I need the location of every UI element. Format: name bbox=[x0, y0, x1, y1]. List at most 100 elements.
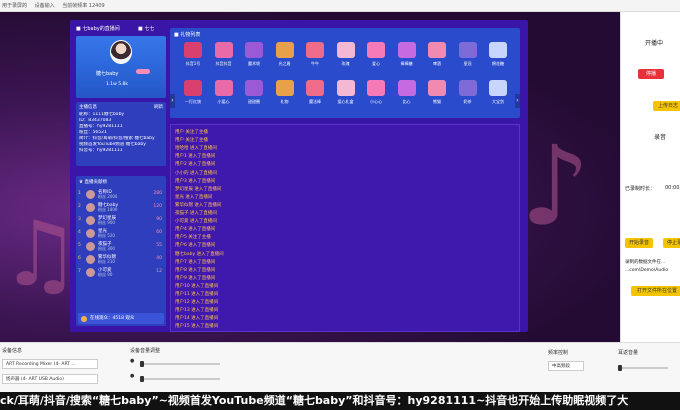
rank-points: 120 bbox=[153, 204, 162, 209]
list-item[interactable]: 6 繁华似锦 粉丝 210 40 bbox=[76, 253, 166, 266]
rank-sub: 粉丝 90 bbox=[98, 272, 113, 277]
rank-number: 1 bbox=[78, 191, 81, 196]
ranking-title: 直播贡献榜 bbox=[84, 180, 107, 185]
gift-item[interactable]: 小心心 bbox=[361, 78, 391, 108]
gift-icon bbox=[428, 42, 446, 58]
chat-message: 用户14 进入了直播间 bbox=[175, 316, 219, 322]
gift-item[interactable]: 玫瑰 bbox=[331, 40, 361, 70]
rank-sub: 粉丝 1800 bbox=[98, 207, 118, 212]
chat-message: 小可爱 进入了直播间 bbox=[175, 219, 217, 225]
rank-sub: 粉丝 210 bbox=[98, 259, 115, 264]
music-note-icon: ♫ bbox=[0, 202, 81, 307]
gift-label: 玫瑰 bbox=[341, 61, 350, 66]
refresh-link[interactable]: 刷新 bbox=[154, 104, 163, 110]
input-device-select[interactable]: ART Recording Mixer (4- ART ... bbox=[2, 359, 98, 369]
gift-item[interactable]: 小爱心 bbox=[209, 78, 239, 108]
output-volume-slider[interactable] bbox=[140, 376, 220, 382]
gift-item[interactable]: 抖音1号 bbox=[178, 40, 208, 70]
gift-item[interactable]: 熊猫 bbox=[422, 78, 452, 108]
ear-return-slider[interactable] bbox=[618, 365, 668, 371]
list-item[interactable]: 4 星光 粉丝 520 60 bbox=[76, 227, 166, 240]
gift-item[interactable]: 爱心 bbox=[361, 40, 391, 70]
rank-number: 5 bbox=[78, 243, 81, 248]
gift-icon bbox=[397, 42, 416, 58]
rank-number: 2 bbox=[78, 204, 81, 209]
input-volume-slider[interactable] bbox=[140, 361, 220, 367]
list-item[interactable]: 7 小可爱 粉丝 90 12 bbox=[76, 266, 166, 279]
rank-points: 280 bbox=[153, 191, 162, 196]
chat-message: 用户9 进入了直播间 bbox=[175, 275, 216, 281]
gift-icon bbox=[428, 80, 446, 96]
open-folder-button[interactable]: 打开文件所在位置 bbox=[631, 286, 680, 296]
output-device-select[interactable]: 扬声器 (4- ART USB Audio) bbox=[2, 374, 98, 384]
gift-label: 礼物 bbox=[280, 99, 289, 104]
avatar[interactable] bbox=[110, 40, 132, 64]
top-status-bar: 用于录屏的 设备输入 当前帧频率 12409 bbox=[0, 0, 680, 12]
gift-icon bbox=[245, 42, 263, 58]
slider-knob[interactable] bbox=[618, 365, 622, 371]
gift-item[interactable]: 棉花糖 bbox=[483, 40, 513, 70]
chat-message: 用户10 进入了直播间 bbox=[175, 283, 219, 289]
list-item[interactable]: 5 夜猫子 粉丝 300 55 bbox=[76, 240, 166, 253]
arrow-right-icon[interactable]: › bbox=[515, 94, 520, 108]
rank-sub: 粉丝 2000 bbox=[98, 194, 118, 199]
chat-log[interactable]: 用户 关注了主播 用户 关注了主播 哈哈哈 进入了直播间 用户1 进入了直播间 用户2 … bbox=[170, 124, 520, 332]
stop-record-button[interactable]: 停止录音 bbox=[663, 238, 680, 248]
gift-icon bbox=[184, 42, 202, 58]
slider-knob[interactable] bbox=[140, 376, 144, 382]
rank-sub: 粉丝 900 bbox=[98, 220, 115, 225]
list-item[interactable]: 2 糖七baby 粉丝 1800 120 bbox=[76, 201, 166, 214]
scrolling-banner: ck/耳萌/抖音/搜索“糖七baby”~视频首发YouTube频道“糖七baby… bbox=[0, 392, 680, 410]
topbar-item: 设备输入 bbox=[34, 3, 55, 9]
chat-message: 繁华似锦 进入了直播间 bbox=[175, 202, 222, 208]
rank-points: 12 bbox=[156, 269, 162, 274]
gift-item[interactable]: 啤酒 bbox=[422, 40, 452, 70]
gift-label: 熊猫 bbox=[433, 99, 441, 104]
gift-item[interactable]: 抖音抖音 bbox=[209, 40, 239, 70]
level-badge bbox=[136, 69, 150, 74]
speaker-icon: ● bbox=[130, 373, 135, 379]
gift-item[interactable]: 奶茶 bbox=[453, 78, 483, 108]
stream-status-title: 开播中 bbox=[645, 40, 664, 47]
chat-message: 用户13 进入了直播间 bbox=[175, 308, 219, 314]
gift-item[interactable]: 牛牛 bbox=[300, 40, 330, 70]
gift-item[interactable]: 棒棒糖 bbox=[392, 40, 422, 70]
gift-item[interactable]: 比心 bbox=[392, 78, 422, 108]
gift-item[interactable]: 魔术袋 bbox=[239, 40, 269, 70]
list-item[interactable]: 1 名称ID 粉丝 2000 280 bbox=[76, 188, 166, 201]
gift-icon bbox=[489, 42, 507, 58]
avatar bbox=[86, 229, 95, 238]
record-time: 00:00 bbox=[665, 185, 680, 191]
avatar bbox=[86, 203, 95, 212]
gift-icon bbox=[306, 80, 324, 96]
gift-item[interactable]: 爱心礼盒 bbox=[331, 78, 361, 108]
gift-label: 棉花糖 bbox=[492, 61, 504, 66]
anchor-info-card: 主播信息 刷新 昵称：1111糖七baby ID：83437083 直播号：hy… bbox=[76, 102, 166, 166]
arrow-left-icon[interactable]: ‹ bbox=[170, 94, 175, 108]
gift-icon bbox=[306, 42, 324, 58]
gift-item[interactable]: 光之盾 bbox=[270, 40, 300, 70]
list-item[interactable]: 3 梦幻星辰 粉丝 900 90 bbox=[76, 214, 166, 227]
gift-item[interactable]: 皇冠 bbox=[453, 40, 483, 70]
gift-icon bbox=[245, 80, 263, 96]
mic-icon: ● bbox=[130, 358, 135, 364]
upload-log-button[interactable]: 上传日志 bbox=[653, 101, 680, 111]
gift-icon bbox=[214, 42, 233, 58]
chat-message: 用户8 进入了直播间 bbox=[175, 267, 216, 273]
gift-label: 大宝剑 bbox=[492, 99, 504, 104]
gift-icon bbox=[397, 80, 416, 96]
gift-label: 啤酒 bbox=[433, 61, 441, 66]
gift-label: 魔术袋 bbox=[248, 61, 260, 66]
gift-item[interactable]: 礼物 bbox=[270, 78, 300, 108]
chat-message: 星光 进入了直播间 bbox=[175, 194, 213, 200]
slider-knob[interactable] bbox=[140, 361, 144, 367]
gift-item[interactable]: 甜甜圈 bbox=[239, 78, 269, 108]
monitor-select[interactable]: 中高频段 bbox=[548, 361, 584, 371]
chat-message: 用户5 关注了主播 bbox=[175, 235, 211, 241]
stop-stream-button[interactable]: 停播 bbox=[638, 69, 664, 79]
chat-message: 用户6 进入了直播间 bbox=[175, 243, 216, 249]
gift-item[interactable]: 一打红旗 bbox=[178, 78, 208, 108]
gift-item[interactable]: 大宝剑 bbox=[483, 78, 513, 108]
start-record-button[interactable]: 开始录音 bbox=[625, 238, 653, 248]
gift-item[interactable]: 魔法棒 bbox=[300, 78, 330, 108]
